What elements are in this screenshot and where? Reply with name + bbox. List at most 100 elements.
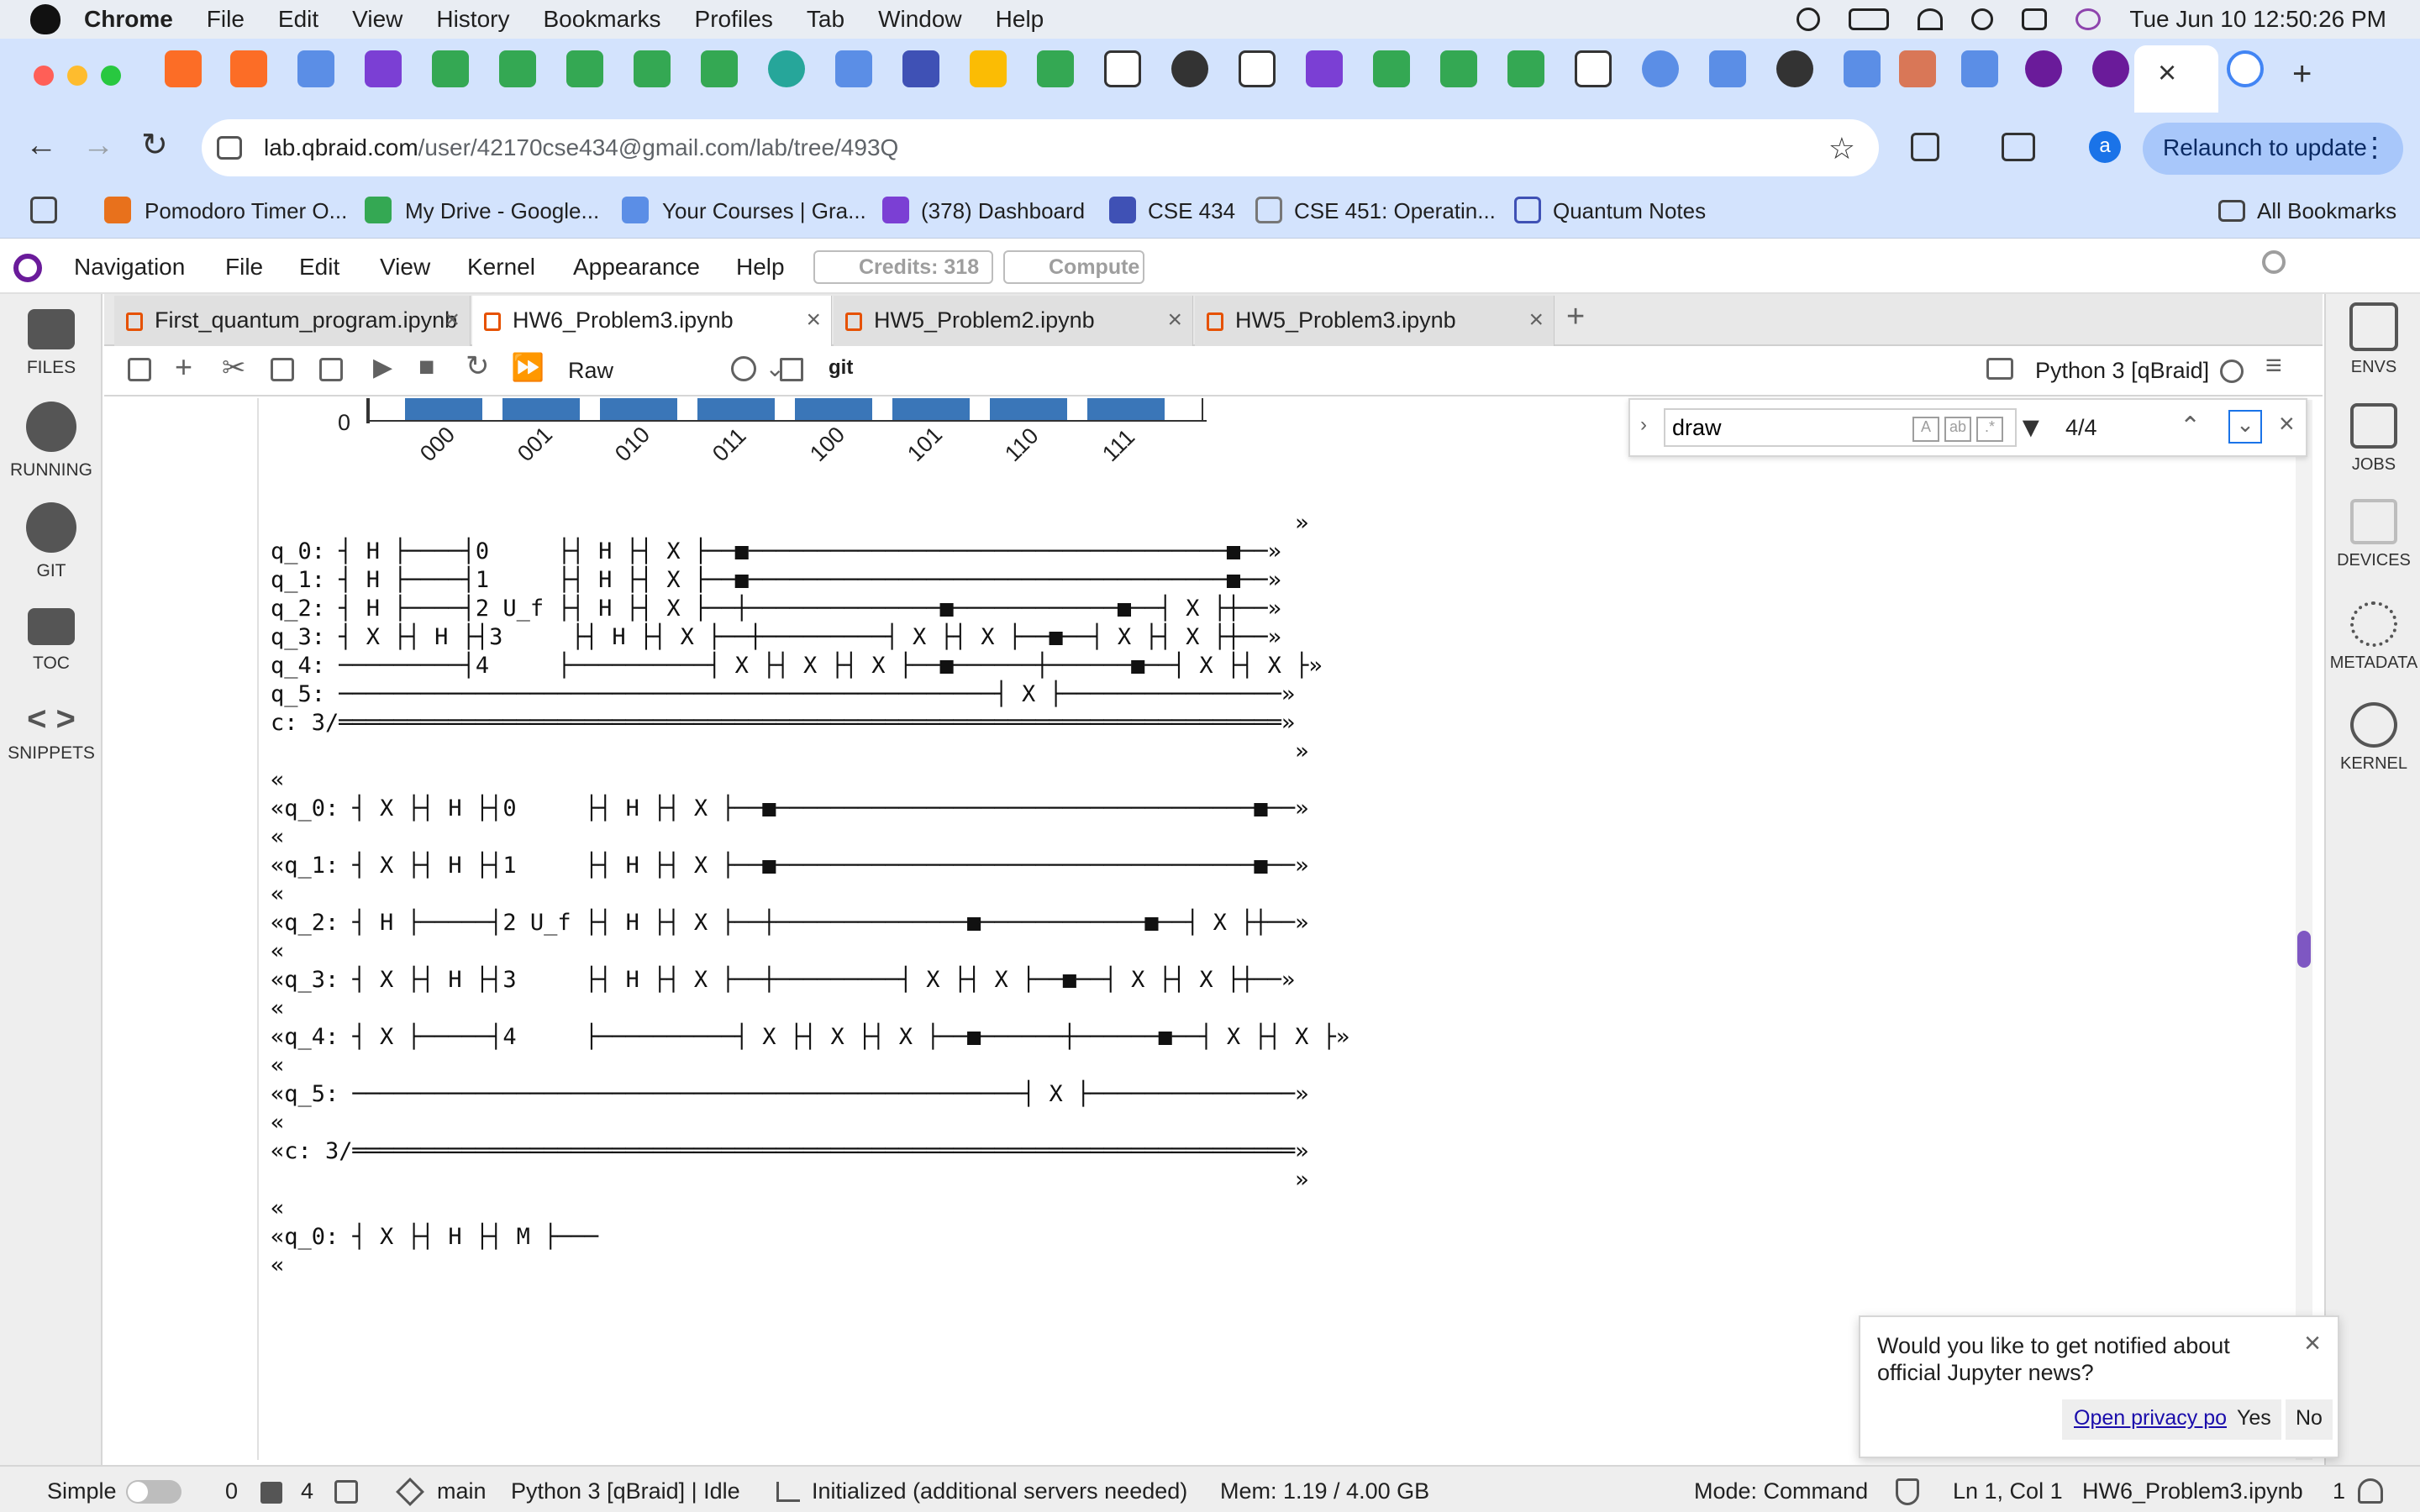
- relaunch-button[interactable]: Relaunch to update ⋮: [2143, 123, 2403, 175]
- new-launcher-icon[interactable]: +: [1566, 299, 1585, 335]
- sidebar-snippets[interactable]: < > SNIPPETS: [0, 701, 103, 764]
- tab-wikipedia-icon[interactable]: [1104, 50, 1141, 87]
- compute-button[interactable]: Compute: [1003, 250, 1144, 284]
- tab-check-icon[interactable]: [768, 50, 805, 87]
- reload-icon[interactable]: ↻: [141, 126, 168, 164]
- previous-match-icon[interactable]: ⌃: [2180, 412, 2201, 441]
- sidebar-metadata[interactable]: METADATA: [2326, 601, 2420, 673]
- tab-chart-icon[interactable]: [297, 50, 334, 87]
- scrollbar-track[interactable]: [2296, 400, 2312, 1460]
- sidebar-toc[interactable]: TOC: [0, 608, 103, 674]
- jmenu-kernel[interactable]: Kernel: [467, 254, 535, 281]
- tab-claude-icon[interactable]: [1899, 50, 1936, 87]
- tab-qbraid-icon[interactable]: [2025, 50, 2062, 87]
- menubar-profiles[interactable]: Profiles: [695, 6, 773, 33]
- search-icon[interactable]: [2262, 250, 2286, 274]
- scrollbar-thumb[interactable]: [2297, 931, 2311, 968]
- close-notification-icon[interactable]: ×: [2304, 1327, 2321, 1360]
- cell-type-select[interactable]: Raw ⌄: [568, 355, 810, 384]
- insert-cell-icon[interactable]: +: [175, 349, 192, 385]
- paste-icon[interactable]: [319, 358, 343, 381]
- menubar-edit[interactable]: Edit: [278, 6, 318, 33]
- clock-icon[interactable]: [731, 356, 756, 381]
- filter-icon[interactable]: ▼: [2017, 412, 2045, 444]
- kernel-status[interactable]: Python 3 [qBraid] | Idle: [511, 1478, 740, 1504]
- cursor-position[interactable]: Ln 1, Col 1: [1953, 1478, 2063, 1504]
- bookmark-courses[interactable]: Your Courses | Gra...: [662, 198, 866, 224]
- tab-ed-icon[interactable]: [1306, 50, 1343, 87]
- apple-icon[interactable]: [30, 4, 60, 34]
- bell-icon[interactable]: [2358, 1478, 2383, 1504]
- tab-drive-icon[interactable]: [1373, 50, 1410, 87]
- tab-chart-icon[interactable]: [1844, 50, 1881, 87]
- git-branch[interactable]: main: [437, 1478, 487, 1504]
- menubar-history[interactable]: History: [436, 6, 509, 33]
- kernel-switch-icon[interactable]: [1986, 358, 2013, 380]
- bookmark-quantum-notes[interactable]: Quantum Notes: [1553, 198, 1706, 224]
- document-icon[interactable]: [780, 358, 803, 381]
- sidebar-git[interactable]: GIT: [0, 502, 103, 581]
- tab-drive-icon[interactable]: [566, 50, 603, 87]
- tab-ed-icon[interactable]: [365, 50, 402, 87]
- close-window-icon[interactable]: [34, 66, 54, 86]
- sidebar-jobs[interactable]: JOBS: [2326, 403, 2420, 475]
- tab-google-icon[interactable]: [2227, 50, 2264, 87]
- stop-icon[interactable]: ■: [418, 351, 434, 382]
- menubar-help[interactable]: Help: [996, 6, 1044, 33]
- apps-grid-icon[interactable]: [30, 197, 57, 223]
- menubar-tab[interactable]: Tab: [807, 6, 844, 33]
- jmenu-edit[interactable]: Edit: [299, 254, 339, 281]
- menubar-app-name[interactable]: Chrome: [84, 6, 173, 33]
- run-icon[interactable]: ▶: [373, 353, 392, 382]
- tab-openai-icon[interactable]: [1171, 50, 1208, 87]
- regex-icon[interactable]: .*: [1976, 417, 2003, 442]
- tab-slides-icon[interactable]: [970, 50, 1007, 87]
- menubar-bookmarks[interactable]: Bookmarks: [543, 6, 660, 33]
- forward-icon[interactable]: →: [82, 128, 114, 164]
- sidebar-kernel[interactable]: KERNEL: [2326, 702, 2420, 774]
- close-tab-icon[interactable]: ×: [1167, 306, 1182, 334]
- tab-wikipedia-icon[interactable]: [1239, 50, 1276, 87]
- search-icon[interactable]: [1971, 8, 1994, 30]
- jmenu-appearance[interactable]: Appearance: [573, 254, 700, 281]
- tab-drive-icon[interactable]: [499, 50, 536, 87]
- kernel-name[interactable]: Python 3 [qBraid]: [2035, 358, 2209, 384]
- bookmark-dashboard[interactable]: (378) Dashboard: [921, 198, 1085, 224]
- menu-icon[interactable]: ≡: [2265, 349, 2282, 382]
- battery-icon[interactable]: [1849, 8, 1890, 30]
- extensions-icon[interactable]: [1911, 133, 1939, 161]
- tab-hw6-problem3[interactable]: HW6_Problem3.ipynb ×: [472, 296, 832, 348]
- kernel-count[interactable]: 4: [301, 1478, 313, 1504]
- tab-search-icon[interactable]: [2002, 133, 2035, 161]
- maximize-window-icon[interactable]: [101, 66, 121, 86]
- sidebar-running[interactable]: RUNNING: [0, 402, 103, 480]
- siri-icon[interactable]: [2075, 8, 2102, 30]
- git-button[interactable]: git: [829, 356, 853, 380]
- shield-icon[interactable]: [1896, 1478, 1919, 1505]
- simple-mode-toggle[interactable]: [126, 1480, 182, 1504]
- tab-drive-icon[interactable]: [1440, 50, 1477, 87]
- back-icon[interactable]: ←: [25, 128, 57, 164]
- tab-drive-icon[interactable]: [701, 50, 738, 87]
- close-tab-icon[interactable]: ×: [2158, 55, 2176, 92]
- play-icon[interactable]: [1797, 8, 1821, 31]
- tab-drive-icon[interactable]: [634, 50, 671, 87]
- terminal-count[interactable]: 0: [225, 1478, 238, 1504]
- close-tab-icon[interactable]: ×: [806, 306, 821, 334]
- tab-wikipedia-icon[interactable]: [1575, 50, 1612, 87]
- bookmark-cse451[interactable]: CSE 451: Operatin...: [1294, 198, 1496, 224]
- menubar-file[interactable]: File: [207, 6, 245, 33]
- tab-gitlab-icon[interactable]: [230, 50, 267, 87]
- menubar-view[interactable]: View: [352, 6, 402, 33]
- url-text[interactable]: lab.qbraid.com/user/42170cse434@gmail.co…: [264, 134, 898, 161]
- bookmark-drive[interactable]: My Drive - Google...: [405, 198, 599, 224]
- tab-first-quantum-program[interactable]: First_quantum_program.ipynb ×: [114, 296, 471, 346]
- expand-replace-icon[interactable]: ›: [1640, 413, 1647, 437]
- lsp-status[interactable]: Initialized (additional servers needed): [812, 1478, 1187, 1504]
- restart-icon[interactable]: ↻: [466, 349, 490, 383]
- jmenu-help[interactable]: Help: [736, 254, 785, 281]
- close-tab-icon[interactable]: ×: [445, 306, 460, 334]
- notebook-content[interactable]: 0 » q_0: ┤ H ├────┤0 ├┤ H ├┤ X ├──■─────…: [104, 398, 2294, 1460]
- fast-forward-icon[interactable]: ⏩: [511, 351, 544, 383]
- tab-chart-icon[interactable]: [1709, 50, 1746, 87]
